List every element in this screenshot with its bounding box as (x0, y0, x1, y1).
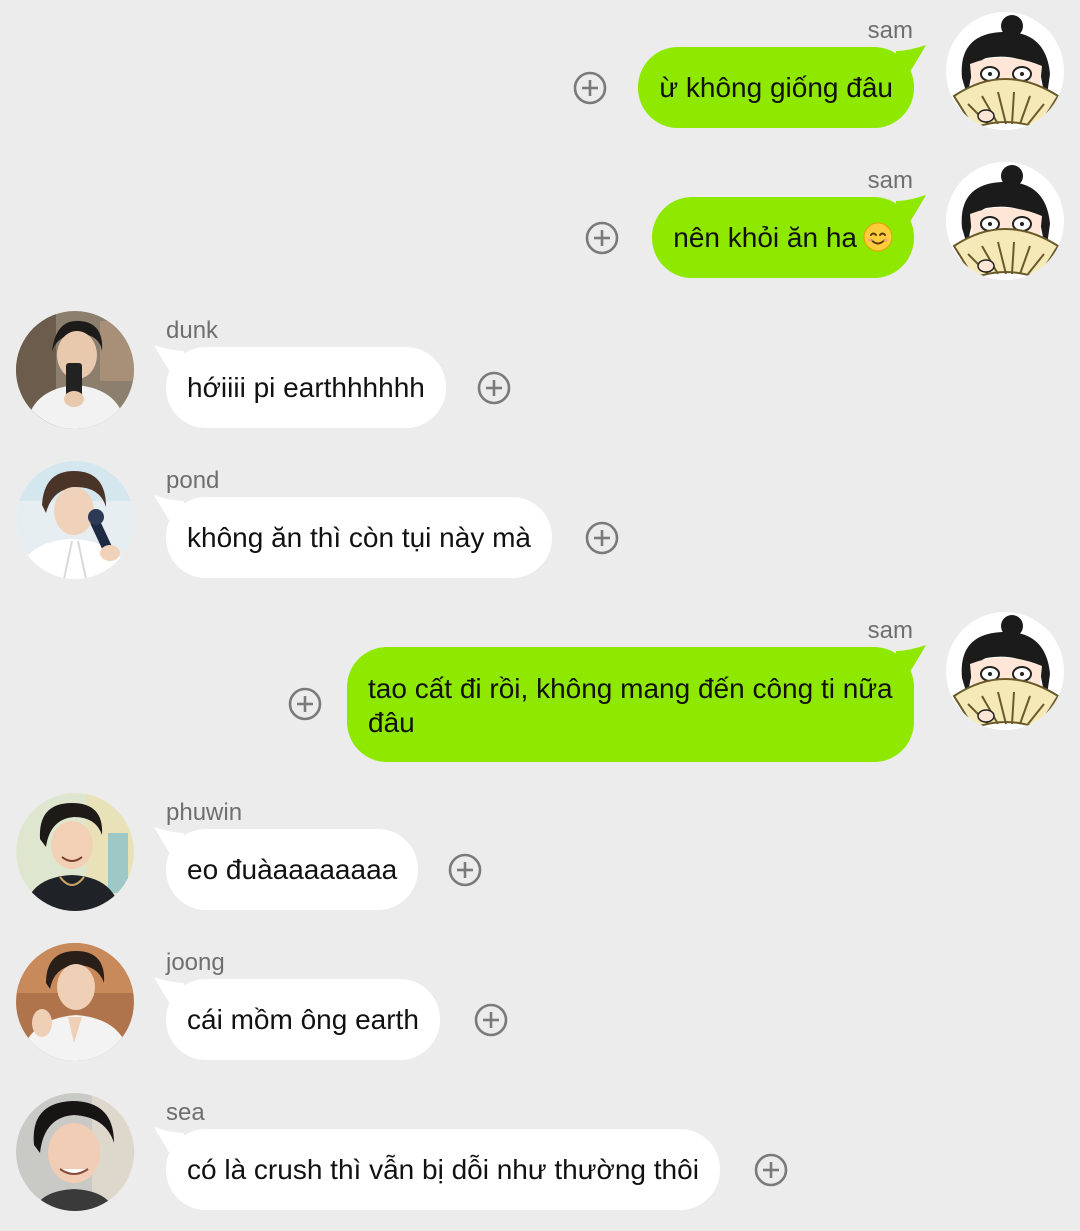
profile-photo-avatar-icon[interactable] (16, 793, 134, 911)
message-text: cái mồm ông earth (187, 1004, 419, 1035)
sender-name: sea (166, 1099, 205, 1126)
message-row: sam nên khỏi ăn ha (0, 150, 1080, 290)
message-bubble[interactable]: hớiiii pi earthhhhhh (166, 347, 446, 428)
message-bubble[interactable]: tao cất đi rồi, không mang đến công ti n… (347, 647, 914, 762)
add-reaction-icon[interactable] (477, 371, 511, 405)
anime-fan-avatar-icon[interactable] (946, 612, 1064, 730)
message-text: ừ không giống đâu (659, 72, 893, 103)
sender-name: phuwin (166, 799, 243, 826)
sender-name: sam (867, 167, 913, 194)
message-text: eo đuàaaaaaaaa (187, 854, 398, 885)
message-row: sea có là crush thì vẫn bị dỗi như thườn… (0, 1082, 1080, 1222)
anime-fan-avatar-icon[interactable] (946, 12, 1064, 130)
message-row: phuwin eo đuàaaaaaaaa (0, 782, 1080, 922)
message-bubble[interactable]: cái mồm ông earth (166, 979, 440, 1060)
message-bubble[interactable]: eo đuàaaaaaaaa (166, 829, 419, 910)
add-reaction-icon[interactable] (288, 687, 322, 721)
profile-photo-avatar-icon[interactable] (16, 943, 134, 1061)
add-reaction-icon[interactable] (474, 1003, 508, 1037)
message-bubble[interactable]: ừ không giống đâu (638, 47, 914, 128)
message-text: hớiiii pi earthhhhhh (187, 372, 425, 403)
add-reaction-icon[interactable] (573, 71, 607, 105)
message-bubble[interactable]: không ăn thì còn tụi này mà (166, 497, 552, 578)
profile-photo-avatar-icon[interactable] (16, 1093, 134, 1211)
smiling-face-emoji-icon (863, 222, 893, 252)
message-text: nên khỏi ăn ha (673, 222, 857, 253)
sender-name: pond (166, 467, 220, 494)
message-row: joong cái mồm ông earth (0, 932, 1080, 1072)
message-row: sam tao cất đi rồi, không mang đến công … (0, 600, 1080, 775)
message-text: có là crush thì vẫn bị dỗi như thường th… (187, 1154, 699, 1185)
message-text: không ăn thì còn tụi này mà (187, 522, 531, 553)
add-reaction-icon[interactable] (448, 853, 482, 887)
message-text: tao cất đi rồi, không mang đến công ti n… (368, 673, 893, 738)
message-bubble[interactable]: nên khỏi ăn ha (652, 197, 914, 278)
message-bubble[interactable]: có là crush thì vẫn bị dỗi như thường th… (166, 1129, 720, 1210)
profile-photo-avatar-icon[interactable] (16, 311, 134, 429)
add-reaction-icon[interactable] (585, 221, 619, 255)
add-reaction-icon[interactable] (754, 1153, 788, 1187)
anime-fan-avatar-icon[interactable] (946, 162, 1064, 280)
message-row: sam ừ không giống đâu (0, 0, 1080, 140)
add-reaction-icon[interactable] (585, 521, 619, 555)
sender-name: sam (867, 17, 913, 44)
sender-name: sam (867, 617, 913, 644)
sender-name: dunk (166, 317, 219, 344)
message-row: pond không ăn thì còn tụi này mà (0, 450, 1080, 590)
message-row: dunk hớiiii pi earthhhhhh (0, 300, 1080, 440)
profile-photo-avatar-icon[interactable] (16, 461, 134, 579)
sender-name: joong (166, 949, 225, 976)
